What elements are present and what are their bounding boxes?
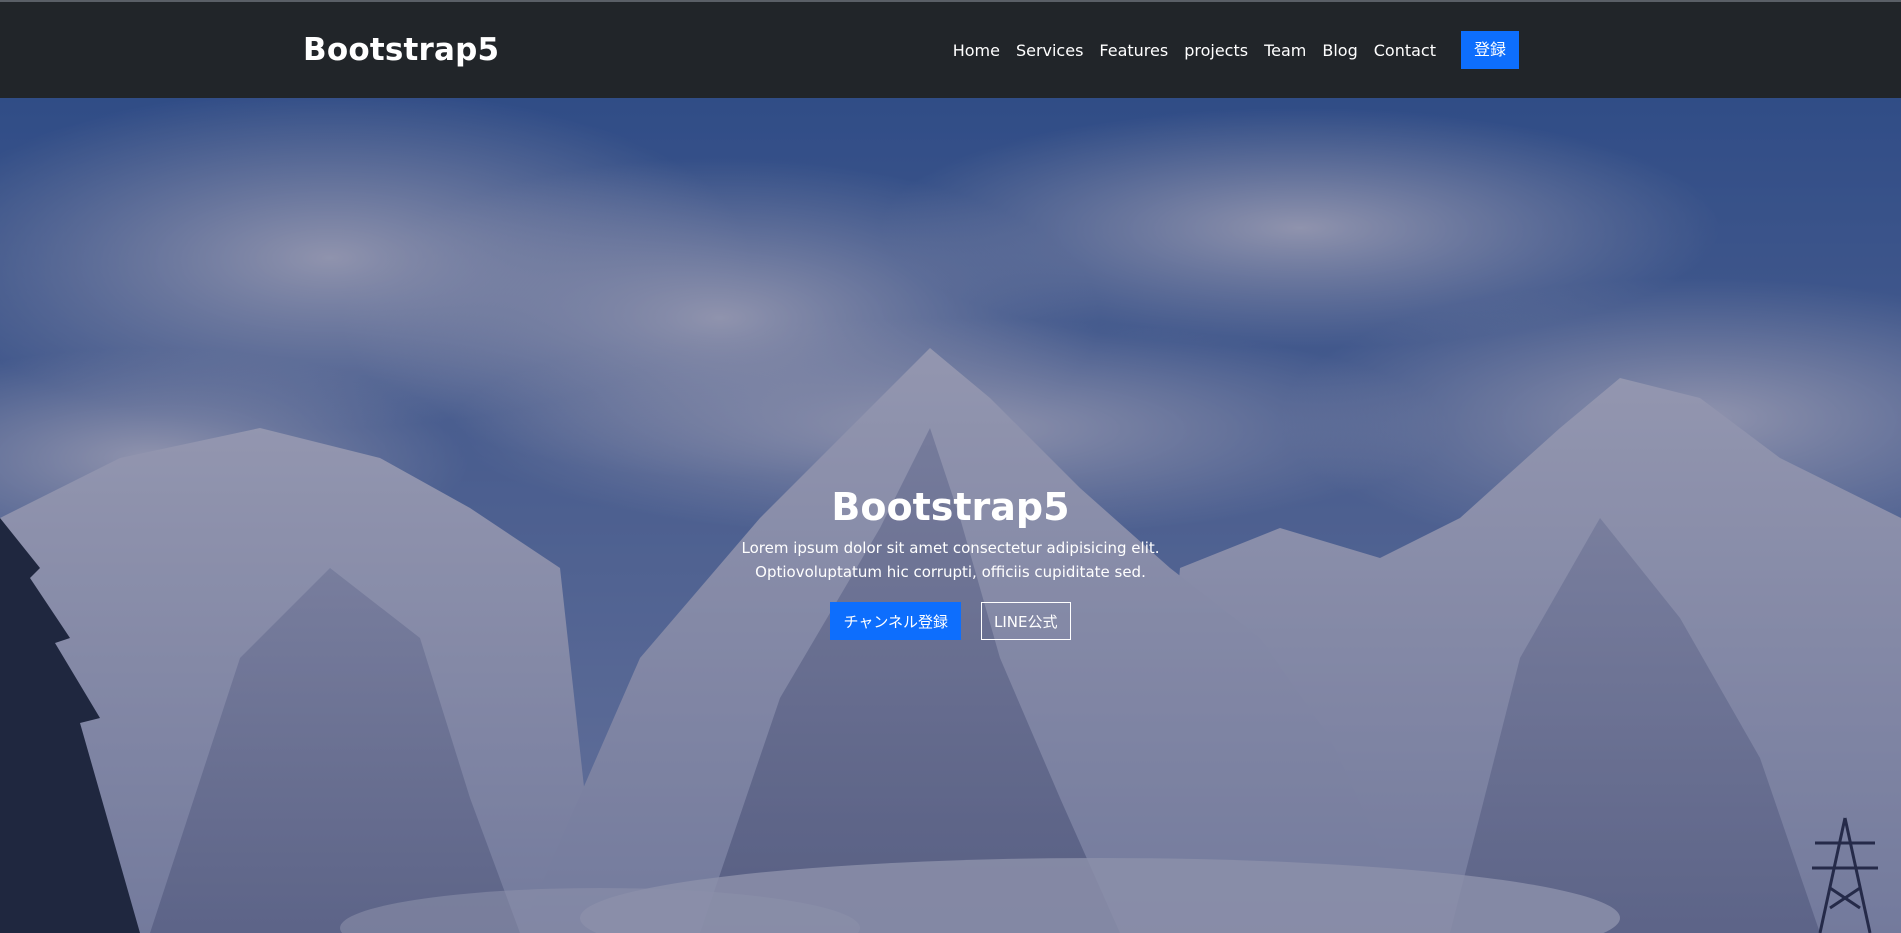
line-official-button[interactable]: LINE公式 xyxy=(981,602,1071,640)
register-button[interactable]: 登録 xyxy=(1461,31,1519,69)
nav-menu: Home Services Features projects Team Blo… xyxy=(953,31,1519,69)
hero-buttons: チャンネル登録 LINE公式 xyxy=(0,602,1901,640)
hero-description: Lorem ipsum dolor sit amet consectetur a… xyxy=(0,536,1901,584)
page: Bootstrap5 Home Services Features projec… xyxy=(0,0,1901,933)
hero-description-line1: Lorem ipsum dolor sit amet consectetur a… xyxy=(741,539,1160,557)
nav-link-projects[interactable]: projects xyxy=(1184,41,1248,60)
nav-link-blog[interactable]: Blog xyxy=(1322,41,1357,60)
hero-content: Bootstrap5 Lorem ipsum dolor sit amet co… xyxy=(0,484,1901,640)
nav-link-home[interactable]: Home xyxy=(953,41,1000,60)
hero-section: Bootstrap5 Lorem ipsum dolor sit amet co… xyxy=(0,98,1901,933)
hero-description-line2: Optiovoluptatum hic corrupti, officiis c… xyxy=(755,563,1146,581)
brand-logo[interactable]: Bootstrap5 xyxy=(303,32,499,68)
nav-link-services[interactable]: Services xyxy=(1016,41,1083,60)
hero-title: Bootstrap5 xyxy=(831,485,1070,529)
channel-subscribe-button[interactable]: チャンネル登録 xyxy=(830,602,962,640)
nav-link-features[interactable]: Features xyxy=(1099,41,1168,60)
nav-link-team[interactable]: Team xyxy=(1264,41,1306,60)
navbar: Bootstrap5 Home Services Features projec… xyxy=(0,2,1901,98)
nav-link-contact[interactable]: Contact xyxy=(1374,41,1436,60)
